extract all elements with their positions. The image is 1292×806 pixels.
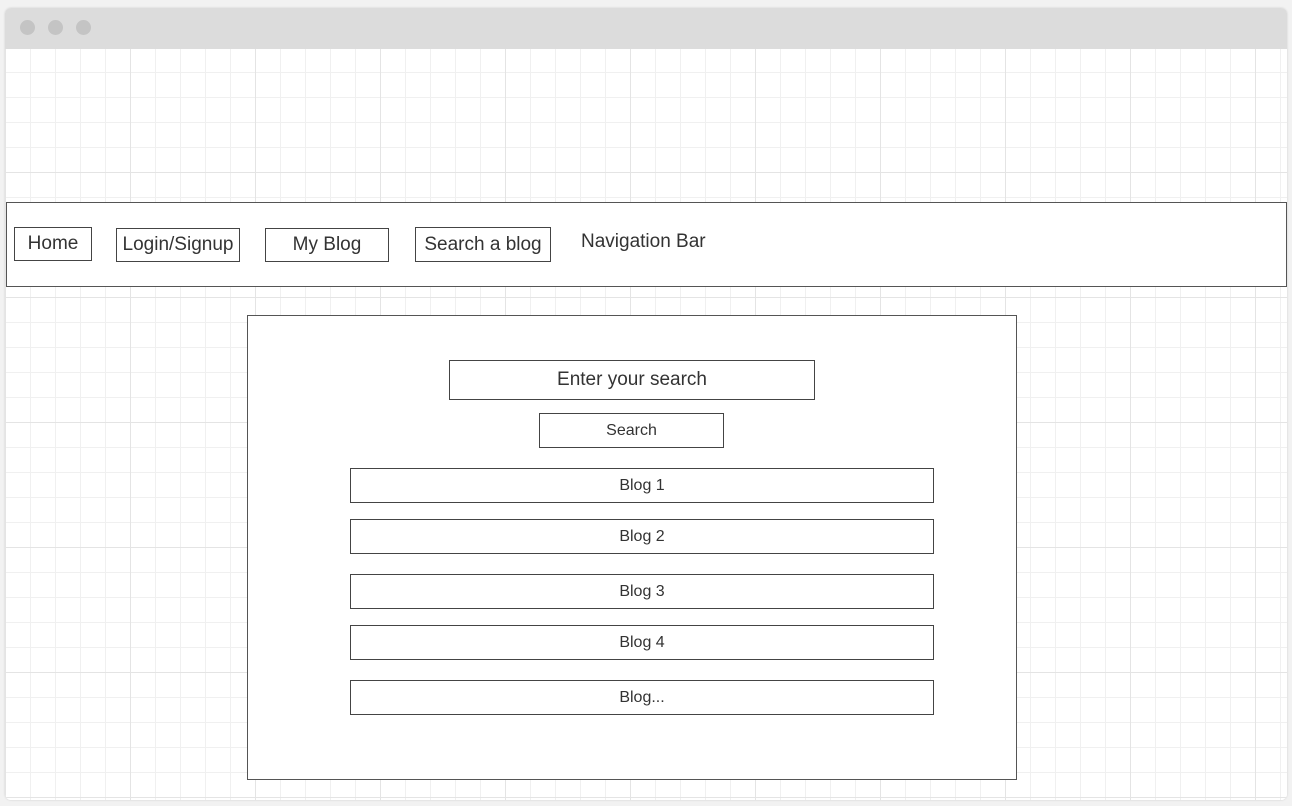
nav-search-blog-button[interactable]: Search a blog — [415, 227, 551, 262]
wireframe-canvas: Home Login/Signup My Blog Search a blog … — [5, 49, 1287, 800]
blog-list-item-2[interactable]: Blog 2 — [350, 519, 934, 554]
browser-window: Home Login/Signup My Blog Search a blog … — [5, 8, 1287, 800]
search-panel: Search Blog 1 Blog 2 Blog 3 Blog 4 Blog.… — [247, 315, 1017, 780]
nav-login-signup-button[interactable]: Login/Signup — [116, 228, 240, 262]
blog-list-item-4[interactable]: Blog 4 — [350, 625, 934, 660]
search-button[interactable]: Search — [539, 413, 724, 448]
window-maximize-dot-icon[interactable] — [76, 20, 91, 35]
navigation-bar: Home Login/Signup My Blog Search a blog … — [6, 202, 1287, 287]
window-close-dot-icon[interactable] — [20, 20, 35, 35]
nav-home-button[interactable]: Home — [14, 227, 92, 261]
window-minimize-dot-icon[interactable] — [48, 20, 63, 35]
navigation-bar-caption: Navigation Bar — [581, 231, 706, 252]
blog-list-item-more[interactable]: Blog... — [350, 680, 934, 715]
search-input[interactable] — [449, 360, 815, 400]
blog-list-item-3[interactable]: Blog 3 — [350, 574, 934, 609]
blog-list-item-1[interactable]: Blog 1 — [350, 468, 934, 503]
nav-my-blog-button[interactable]: My Blog — [265, 228, 389, 262]
window-titlebar — [5, 8, 1287, 49]
